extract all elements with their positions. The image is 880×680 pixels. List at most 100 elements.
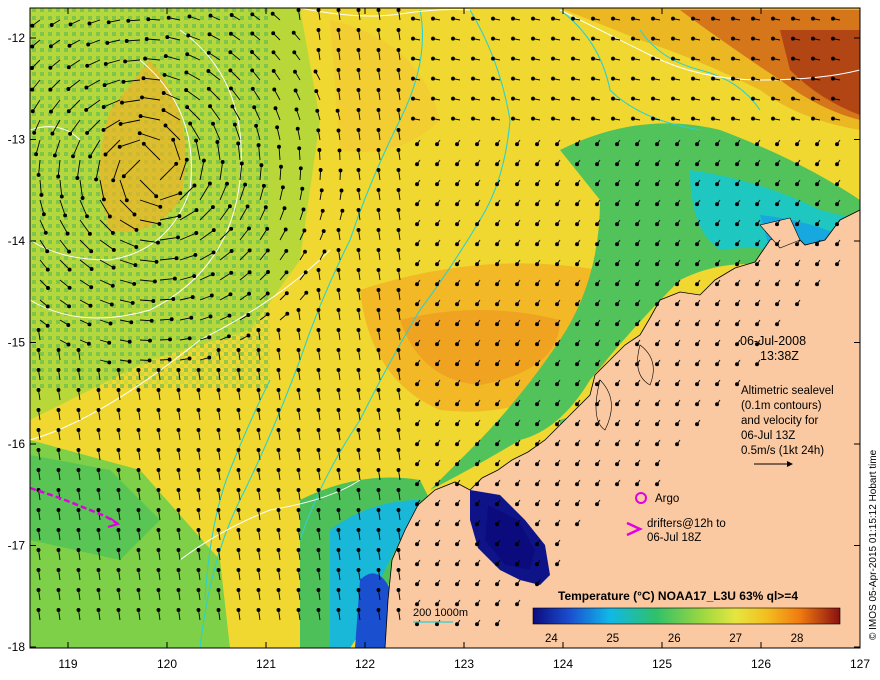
- velocity-arrow-head: [575, 262, 579, 267]
- velocity-arrow-head: [34, 152, 39, 157]
- velocity-arrow-head: [535, 382, 539, 387]
- velocity-arrow-head: [136, 568, 141, 572]
- velocity-arrow-head: [256, 468, 261, 472]
- velocity-arrow-head: [136, 508, 141, 512]
- velocity-arrow-head: [36, 368, 41, 372]
- velocity-arrow-head: [455, 242, 459, 247]
- velocity-arrow-head: [535, 442, 539, 447]
- velocity-arrow-head: [575, 282, 579, 287]
- velocity-arrow-head: [535, 302, 539, 307]
- x-tick-label: 125: [652, 657, 672, 671]
- velocity-arrow-head: [415, 202, 419, 207]
- velocity-arrow-head: [655, 422, 659, 427]
- velocity-arrow-head: [207, 355, 212, 360]
- velocity-arrow-head: [555, 482, 559, 487]
- velocity-arrow-head: [174, 161, 179, 166]
- velocity-arrow-head: [651, 56, 655, 61]
- velocity-arrow-head: [101, 197, 106, 202]
- velocity-arrow-head: [631, 96, 635, 101]
- velocity-arrow-head: [675, 262, 679, 267]
- velocity-arrow-head: [105, 40, 110, 45]
- velocity-arrow-head: [107, 214, 112, 219]
- velocity-arrow-head: [276, 388, 281, 392]
- velocity-arrow-head: [435, 402, 439, 407]
- velocity-arrow-head: [211, 121, 215, 126]
- velocity-arrow-head: [515, 422, 519, 427]
- velocity-arrow-head: [675, 202, 679, 207]
- velocity-arrow-head: [178, 191, 183, 196]
- velocity-arrow-head: [635, 262, 639, 267]
- velocity-arrow-head: [455, 522, 459, 527]
- velocity-arrow-head: [184, 88, 189, 93]
- velocity-arrow-head: [455, 622, 459, 627]
- velocity-arrow-head: [236, 448, 241, 452]
- velocity-arrow-head: [376, 108, 381, 112]
- velocity-arrow-head: [156, 240, 160, 245]
- velocity-arrow-head: [280, 185, 285, 190]
- velocity-arrow-head: [229, 13, 234, 17]
- velocity-arrow-head: [475, 182, 479, 187]
- altimetry-line-3: and velocity for: [741, 415, 819, 427]
- velocity-arrow-head: [495, 242, 499, 247]
- velocity-arrow-head: [555, 542, 559, 547]
- velocity-arrow-head: [193, 252, 198, 257]
- velocity-arrow-head: [356, 288, 361, 292]
- velocity-arrow-head: [96, 588, 101, 592]
- velocity-arrow-head: [229, 249, 234, 253]
- velocity-arrow-head: [296, 328, 301, 332]
- velocity-arrow-head: [431, 116, 435, 121]
- velocity-arrow-head: [531, 116, 535, 121]
- velocity-arrow-head: [48, 44, 53, 49]
- velocity-arrow-head: [356, 608, 361, 612]
- altimetry-line-4: 06-Jul 13Z: [741, 430, 795, 442]
- velocity-arrow-head: [276, 488, 281, 492]
- velocity-arrow-head: [635, 362, 639, 367]
- velocity-arrow-head: [316, 28, 321, 32]
- velocity-arrow-head: [56, 388, 61, 392]
- velocity-arrow-head: [455, 282, 459, 287]
- velocity-arrow-head: [515, 362, 519, 367]
- velocity-arrow-head: [635, 482, 639, 487]
- velocity-arrow-head: [56, 588, 61, 592]
- velocity-arrow-head: [455, 462, 459, 467]
- velocity-arrow-head: [396, 168, 401, 172]
- velocity-arrow-head: [396, 88, 401, 92]
- velocity-arrow-head: [675, 162, 679, 167]
- velocity-arrow-head: [396, 508, 401, 512]
- velocity-arrow-head: [45, 304, 50, 309]
- velocity-arrow-head: [811, 16, 815, 21]
- velocity-arrow-head: [455, 362, 459, 367]
- velocity-arrow-head: [475, 522, 479, 527]
- x-tick-label: 119: [58, 657, 77, 671]
- velocity-arrow-head: [216, 548, 221, 552]
- x-tick-label: 121: [256, 657, 276, 671]
- velocity-arrow-head: [376, 308, 381, 312]
- velocity-arrow-head: [535, 542, 539, 547]
- velocity-arrow-head: [495, 582, 499, 587]
- velocity-arrow-head: [301, 207, 306, 212]
- velocity-arrow-head: [555, 462, 559, 467]
- velocity-arrow-head: [256, 143, 261, 148]
- velocity-arrow-head: [455, 602, 459, 607]
- velocity-arrow-head: [491, 116, 495, 121]
- velocity-arrow-head: [475, 462, 479, 467]
- velocity-arrow-head: [811, 36, 815, 41]
- velocity-arrow-head: [396, 468, 401, 472]
- velocity-arrow-head: [551, 96, 555, 101]
- velocity-arrow-head: [66, 87, 71, 91]
- velocity-arrow-head: [89, 267, 94, 271]
- velocity-arrow-head: [591, 16, 595, 21]
- velocity-arrow-head: [531, 36, 535, 41]
- velocity-arrow-head: [294, 107, 299, 112]
- altimetry-line-5: 0.5m/s (1kt 24h): [741, 445, 824, 457]
- velocity-arrow-head: [695, 422, 699, 427]
- velocity-arrow-head: [48, 87, 53, 92]
- velocity-arrow-head: [136, 368, 141, 372]
- velocity-arrow-head: [835, 262, 839, 267]
- velocity-arrow-head: [715, 182, 719, 187]
- velocity-arrow-head: [216, 568, 221, 572]
- velocity-arrow-head: [396, 268, 401, 272]
- velocity-arrow-head: [415, 262, 419, 267]
- velocity-arrow-head: [318, 168, 323, 172]
- velocity-arrow-head: [396, 548, 401, 552]
